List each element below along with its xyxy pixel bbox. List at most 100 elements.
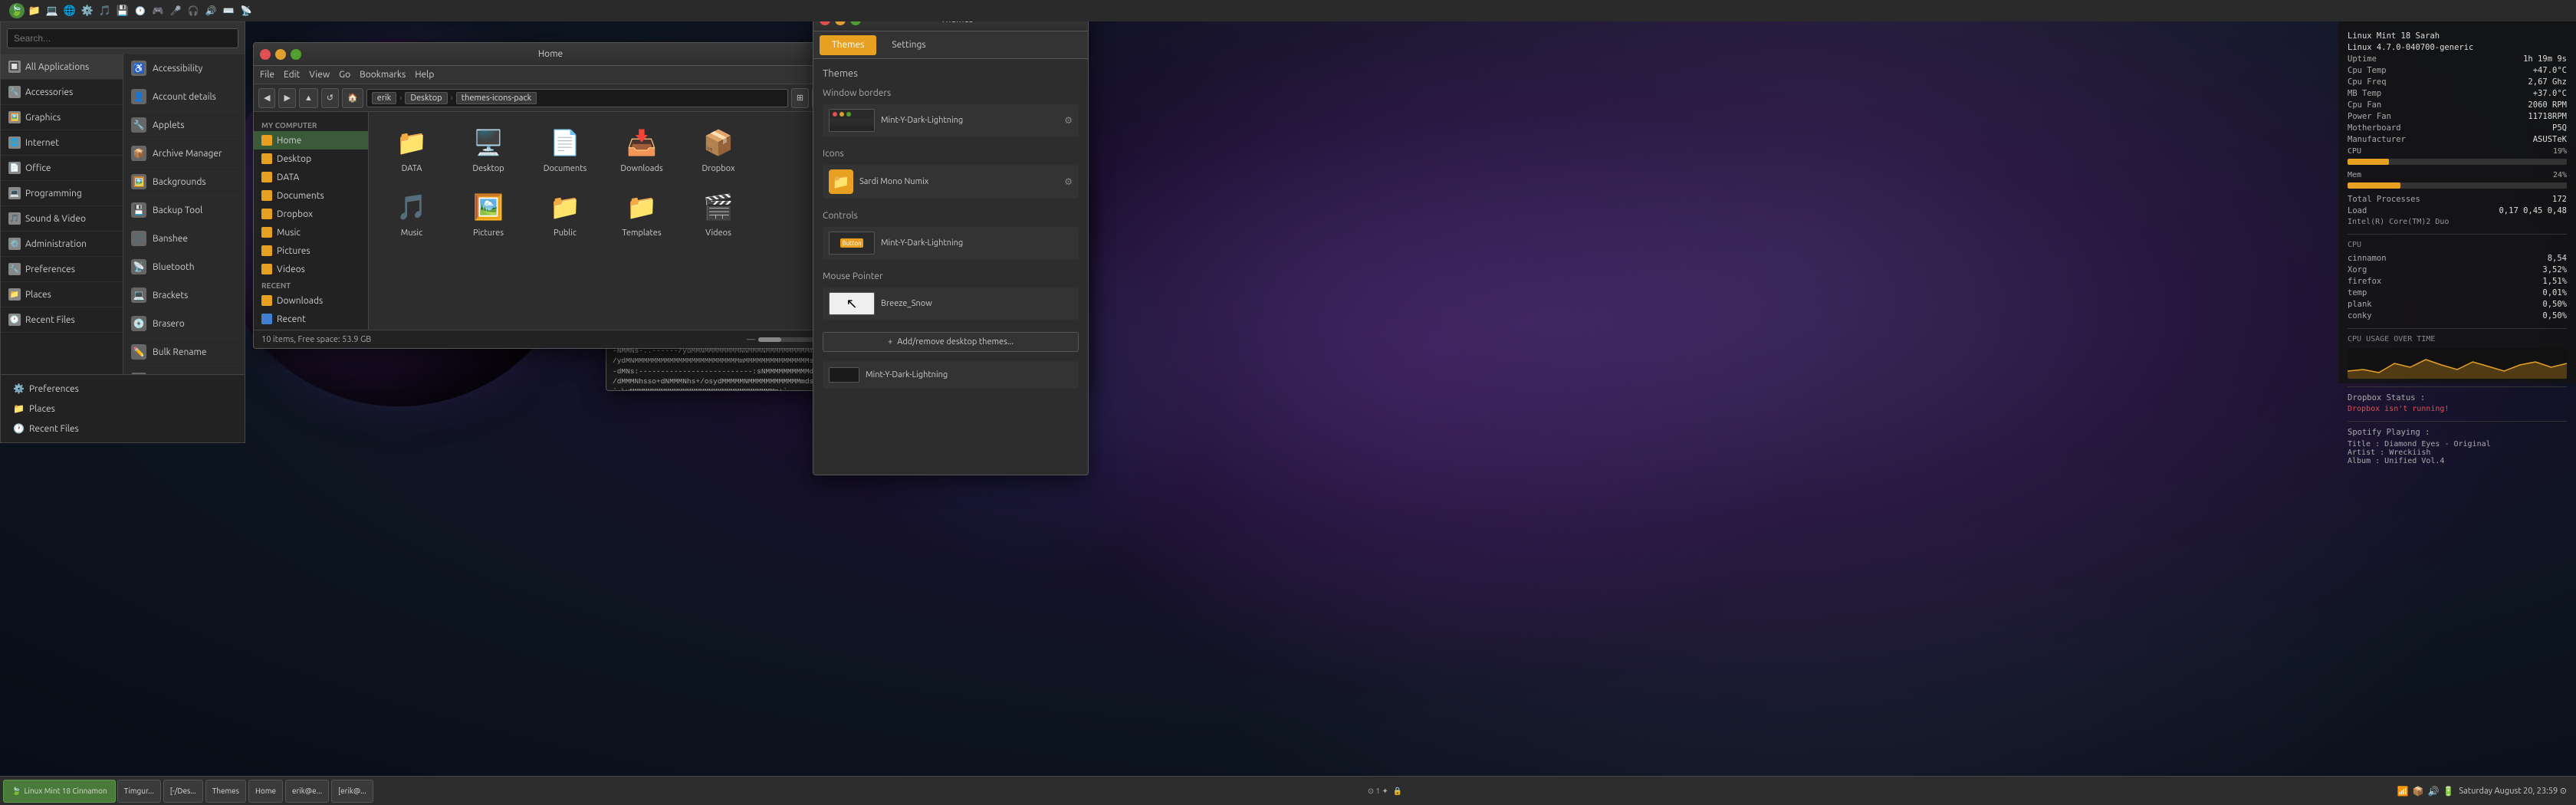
file-item-desktop[interactable]: 🖥️ Desktop bbox=[458, 124, 519, 173]
bottom-preferences[interactable]: ⚙️ Preferences bbox=[8, 380, 237, 398]
fm-up-btn[interactable]: ▲ bbox=[299, 88, 318, 108]
fm-refresh-btn[interactable]: ↺ bbox=[321, 88, 339, 108]
themes-tab-settings[interactable]: Settings bbox=[879, 35, 938, 55]
panel-lastfm-icon[interactable]: 🎤 bbox=[168, 3, 183, 18]
fm-forward-btn[interactable]: ▶ bbox=[278, 88, 295, 108]
fm-back-btn[interactable]: ◀ bbox=[258, 88, 275, 108]
category-preferences[interactable]: 🔧 Preferences bbox=[1, 257, 123, 282]
fm-sidebar-home[interactable]: Home bbox=[254, 131, 368, 150]
fm-path-erik[interactable]: erik bbox=[372, 92, 396, 104]
file-item-public[interactable]: 📁 Public bbox=[534, 189, 596, 238]
panel-files-icon[interactable]: 📁 bbox=[27, 3, 42, 18]
window-borders-option[interactable]: Mint-Y-Dark-Lightning ⚙ bbox=[823, 104, 1079, 136]
fm-menu-edit[interactable]: Edit bbox=[284, 70, 300, 80]
file-item-data[interactable]: 📁 DATA bbox=[381, 124, 442, 173]
app-item-account[interactable]: 👤 Account details bbox=[123, 83, 245, 111]
app-item-brasero[interactable]: 💿 Brasero bbox=[123, 310, 245, 338]
app-item-applets[interactable]: 🔧 Applets bbox=[123, 111, 245, 140]
panel-music-icon[interactable]: 🎵 bbox=[97, 3, 113, 18]
fm-sidebar-recent[interactable]: Recent bbox=[254, 310, 368, 328]
file-item-downloads[interactable]: 📥 Downloads bbox=[611, 124, 672, 173]
category-office[interactable]: 📄 Office bbox=[1, 156, 123, 181]
fm-sidebar-desktop[interactable]: Desktop bbox=[254, 150, 368, 168]
app-item-backup[interactable]: 💾 Backup Tool bbox=[123, 196, 245, 225]
fm-home-btn[interactable]: 🏠 bbox=[342, 88, 363, 108]
taskbar-item-home[interactable]: Home bbox=[248, 780, 283, 803]
icons-option[interactable]: 📁 Sardi Mono Numix ⚙ bbox=[823, 165, 1079, 199]
fm-sidebar-documents[interactable]: Documents bbox=[254, 186, 368, 205]
panel-clock-icon[interactable]: 🕐 bbox=[133, 3, 148, 18]
app-item-archive[interactable]: 📦 Archive Manager bbox=[123, 140, 245, 168]
app-menu-search-input[interactable] bbox=[7, 28, 238, 48]
mouse-pointer-option[interactable]: ↖ Breeze_Snow bbox=[823, 288, 1079, 320]
tray-audio-icon[interactable]: 🔊 bbox=[2427, 786, 2439, 797]
file-item-music[interactable]: 🎵 Music bbox=[381, 189, 442, 238]
file-manager-maximize[interactable] bbox=[291, 49, 301, 60]
panel-browser-icon[interactable]: 🌐 bbox=[62, 3, 77, 18]
panel-network-icon[interactable]: 📡 bbox=[238, 3, 254, 18]
fm-menu-help[interactable]: Help bbox=[415, 70, 434, 80]
category-admin[interactable]: ⚙️ Administration bbox=[1, 232, 123, 257]
panel-mint-icon[interactable]: 🍃 bbox=[9, 3, 25, 18]
tray-dropbox-icon[interactable]: 📦 bbox=[2413, 786, 2424, 797]
app-item-brackets[interactable]: 💻 Brackets bbox=[123, 281, 245, 310]
window-borders-settings-icon[interactable]: ⚙ bbox=[1064, 115, 1073, 126]
file-item-pictures[interactable]: 🖼️ Pictures bbox=[458, 189, 519, 238]
app-item-calculator[interactable]: 🔢 Calculator bbox=[123, 366, 245, 374]
tray-battery-icon[interactable]: 🔋 bbox=[2443, 786, 2454, 797]
taskbar-start-btn[interactable]: 🍃 Linux Mint 18 Cinnamon bbox=[3, 780, 116, 803]
icons-settings-icon[interactable]: ⚙ bbox=[1064, 176, 1073, 187]
fm-menu-go[interactable]: Go bbox=[339, 70, 350, 80]
fm-sidebar-videos[interactable]: Videos bbox=[254, 260, 368, 278]
file-manager-close[interactable] bbox=[260, 49, 271, 60]
file-item-documents[interactable]: 📄 Documents bbox=[534, 124, 596, 173]
fm-path-desktop[interactable]: Desktop bbox=[405, 92, 447, 104]
category-programming[interactable]: 💻 Programming bbox=[1, 181, 123, 206]
taskbar-item-themes[interactable]: Themes bbox=[205, 780, 246, 803]
app-item-backgrounds[interactable]: 🖼️ Backgrounds bbox=[123, 168, 245, 196]
file-item-videos[interactable]: 🎬 Videos bbox=[688, 189, 749, 238]
taskbar-item-desktop[interactable]: [-/Des... bbox=[163, 780, 203, 803]
app-item-banshee[interactable]: 🎵 Banshee bbox=[123, 225, 245, 253]
controls-option[interactable]: Button Mint-Y-Dark-Lightning bbox=[823, 227, 1079, 259]
file-manager-minimize[interactable] bbox=[275, 49, 286, 60]
themes-add-remove-btn[interactable]: + Add/remove desktop themes... bbox=[823, 332, 1079, 352]
panel-keyboard-icon[interactable]: ⌨️ bbox=[221, 3, 236, 18]
file-item-templates[interactable]: 📁 Templates bbox=[611, 189, 672, 238]
panel-settings-icon[interactable]: ⚙️ bbox=[80, 3, 95, 18]
category-sound[interactable]: 🎵 Sound & Video bbox=[1, 206, 123, 232]
panel-spotify-icon[interactable]: 🎧 bbox=[186, 3, 201, 18]
fm-menu-bookmarks[interactable]: Bookmarks bbox=[360, 70, 406, 80]
taskbar-item-erik1[interactable]: erik@e... bbox=[285, 780, 329, 803]
file-item-dropbox[interactable]: 📦 Dropbox bbox=[688, 124, 749, 173]
fm-menu-file[interactable]: File bbox=[260, 70, 274, 80]
fm-sidebar-music[interactable]: Music bbox=[254, 223, 368, 242]
app-item-accessibility[interactable]: ♿ Accessibility bbox=[123, 54, 245, 83]
category-all[interactable]: 🔲 All Applications bbox=[1, 54, 123, 80]
panel-steam-icon[interactable]: 🎮 bbox=[150, 3, 166, 18]
app-item-bulk-rename[interactable]: ✏️ Bulk Rename bbox=[123, 338, 245, 366]
fm-menu-view[interactable]: View bbox=[309, 70, 330, 80]
taskbar-item-erik2[interactable]: [erik@... bbox=[331, 780, 373, 803]
themes-tab-themes[interactable]: Themes bbox=[820, 35, 876, 55]
fm-sidebar-downloads[interactable]: Downloads bbox=[254, 291, 368, 310]
panel-audio-icon[interactable]: 🔊 bbox=[203, 3, 219, 18]
fm-path-themes[interactable]: themes-icons-pack bbox=[456, 92, 537, 104]
fm-sidebar-dropbox[interactable]: Dropbox bbox=[254, 205, 368, 223]
category-places[interactable]: 📁 Places bbox=[1, 282, 123, 307]
category-internet[interactable]: 🌐 Internet bbox=[1, 130, 123, 156]
fm-sidebar-data[interactable]: DATA bbox=[254, 168, 368, 186]
category-recent[interactable]: 🕐 Recent Files bbox=[1, 307, 123, 333]
panel-disk-icon[interactable]: 💾 bbox=[115, 3, 130, 18]
panel-terminal-icon[interactable]: 💻 bbox=[44, 3, 60, 18]
category-graphics[interactable]: 🖼️ Graphics bbox=[1, 105, 123, 130]
fm-status-text: 10 items, Free space: 53.9 GB bbox=[261, 335, 371, 344]
bottom-recent-files[interactable]: 🕐 Recent Files bbox=[8, 419, 237, 438]
taskbar-item-imgur[interactable]: Timgur... bbox=[117, 780, 161, 803]
tray-network-icon[interactable]: 📶 bbox=[2397, 786, 2409, 797]
bottom-places[interactable]: 📁 Places bbox=[8, 399, 237, 418]
category-accessories[interactable]: 🔧 Accessories bbox=[1, 80, 123, 105]
app-item-bluetooth[interactable]: 📡 Bluetooth bbox=[123, 253, 245, 281]
fm-view-icons-btn[interactable]: ⊞ bbox=[791, 88, 809, 108]
fm-sidebar-pictures[interactable]: Pictures bbox=[254, 242, 368, 260]
